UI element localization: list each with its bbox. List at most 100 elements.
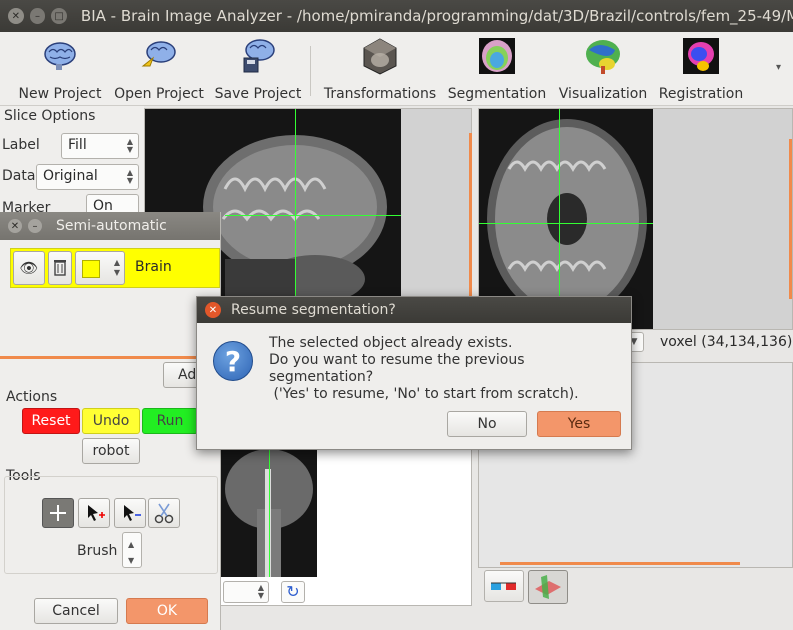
label-select-value: Fill [68,137,87,153]
save-project-button[interactable]: Save Project [214,36,302,102]
slice-options-panel: Slice Options Label Fill ▲ ▼ Data Origina… [0,106,144,226]
crosshair-icon [50,505,66,521]
data-select-value: Original [43,168,98,184]
minimize-window-button[interactable]: – [29,8,46,24]
scissors-tool-button[interactable] [148,498,180,528]
dialog-message: The selected object already exists. Do y… [269,335,631,403]
main-toolbar: New Project Open Project Save Project Tr… [0,32,793,106]
planes-button[interactable] [528,570,568,604]
actions-heading: Actions [6,389,58,405]
spin-arrows-icon: ▲ ▼ [257,583,264,600]
run-button[interactable]: Run [142,408,198,434]
add-marker-tool-button[interactable] [78,498,110,528]
cursor-add-icon [88,505,105,521]
dialog-message-line-1: The selected object already exists. [269,335,513,351]
no-button[interactable]: No [447,411,527,437]
spin-arrows-icon: ▲ ▼ [128,540,135,565]
toolbar-separator [310,46,311,96]
slice-spinbox[interactable]: ▲ ▼ [223,581,269,603]
transformations-label: Transformations [323,86,437,102]
splitter-handle[interactable] [0,356,221,359]
refresh-button[interactable]: ↻ [281,581,305,603]
new-project-button[interactable]: New Project [16,36,104,102]
title-bar: ✕ – □ BIA - Brain Image Analyzer - /home… [0,0,793,32]
registration-button[interactable]: Registration [656,36,746,102]
crosshair-tool-button[interactable] [42,498,74,528]
resume-segmentation-dialog: ✕ Resume segmentation? ? The selected ob… [196,296,632,450]
segmentation-icon [479,38,515,74]
registration-label: Registration [658,86,744,102]
spin-arrows-icon: ▲ ▼ [126,137,133,154]
tools-group [4,476,218,574]
crosshair-horizontal [479,223,653,224]
open-project-button[interactable]: Open Project [112,36,206,102]
voxel-readout: voxel (34,134,136) = [660,334,793,350]
delete-object-button[interactable] [48,251,72,285]
brain-new-icon [44,42,76,70]
data-label: Data [2,168,36,184]
question-icon: ? [213,341,253,381]
spin-arrows-icon: ▲ ▼ [126,168,133,185]
dialog-title-bar: ✕ Resume segmentation? [197,297,631,323]
minimize-window-button[interactable]: – [28,219,42,233]
maximize-window-button[interactable]: □ [51,8,67,24]
crosshair-vertical [269,449,270,577]
spin-arrows-icon: ▲ ▼ [113,258,120,277]
close-window-button[interactable]: ✕ [8,219,22,233]
dialog-message-line-2: Do you want to resume the previous segme… [269,352,525,385]
ok-button[interactable]: OK [126,598,208,624]
color-picker[interactable]: ▲ ▼ [75,251,125,285]
close-icon: ✕ [208,304,218,316]
label-select[interactable]: Fill ▲ ▼ [61,133,139,159]
3d-scroll-indicator[interactable] [500,562,740,565]
robot-button[interactable]: robot [82,438,140,464]
new-project-label: New Project [18,86,102,102]
axial-blank-area [653,109,792,329]
slice-planes-icon [535,575,561,599]
toolbar-overflow-chevron-icon[interactable]: ▾ [776,62,781,73]
data-select[interactable]: Original ▲ ▼ [36,164,139,190]
semi-automatic-title: Semi-automatic [56,218,167,234]
anaglyph-glasses-icon [491,582,516,590]
eye-icon: 👁 [19,259,39,277]
slice-options-heading: Slice Options [4,108,96,124]
crosshair-horizontal [225,215,401,216]
visualization-button[interactable]: Visualization [554,36,652,102]
registration-icon [683,38,719,74]
yes-button[interactable]: Yes [537,411,621,437]
brain-save-icon [243,39,275,73]
trash-icon [54,260,66,276]
brain-open-icon [141,41,176,67]
close-window-button[interactable]: ✕ [8,8,24,24]
transformations-icon [363,38,397,75]
cursor-remove-icon [124,505,141,521]
reset-button[interactable]: Reset [22,408,80,434]
refresh-icon: ↻ [286,582,300,601]
save-project-label: Save Project [214,86,302,102]
scissors-icon [154,503,174,524]
semi-automatic-title-bar: ✕ – Semi-automatic [0,212,220,240]
brush-label: Brush [77,543,118,559]
stereo-button[interactable] [484,570,524,602]
undo-button[interactable]: Undo [82,408,140,434]
segmentation-label: Segmentation [447,86,547,102]
visualization-label: Visualization [558,86,648,102]
object-row[interactable]: 👁 ▲ ▼ Brain [10,248,220,288]
label-label: Label [2,137,40,153]
cancel-button[interactable]: Cancel [34,598,118,624]
open-project-label: Open Project [114,86,204,102]
object-name: Brain [135,259,172,275]
window-title: BIA - Brain Image Analyzer - /home/pmira… [80,7,793,25]
color-swatch [82,260,100,278]
pane-scroll-indicator[interactable] [789,139,792,299]
pane-scroll-indicator[interactable] [469,133,472,313]
transformations-button[interactable]: Transformations [320,36,440,102]
remove-marker-tool-button[interactable] [114,498,146,528]
visibility-toggle[interactable]: 👁 [13,251,45,285]
brush-size-spinbox[interactable]: ▲ ▼ [122,532,142,568]
visualization-icon [586,40,620,74]
dialog-message-line-3: ('Yes' to resume, 'No' to start from scr… [269,386,579,402]
segmentation-button[interactable]: Segmentation [446,36,548,102]
dialog-title: Resume segmentation? [231,302,396,318]
dialog-close-button[interactable]: ✕ [205,302,221,318]
